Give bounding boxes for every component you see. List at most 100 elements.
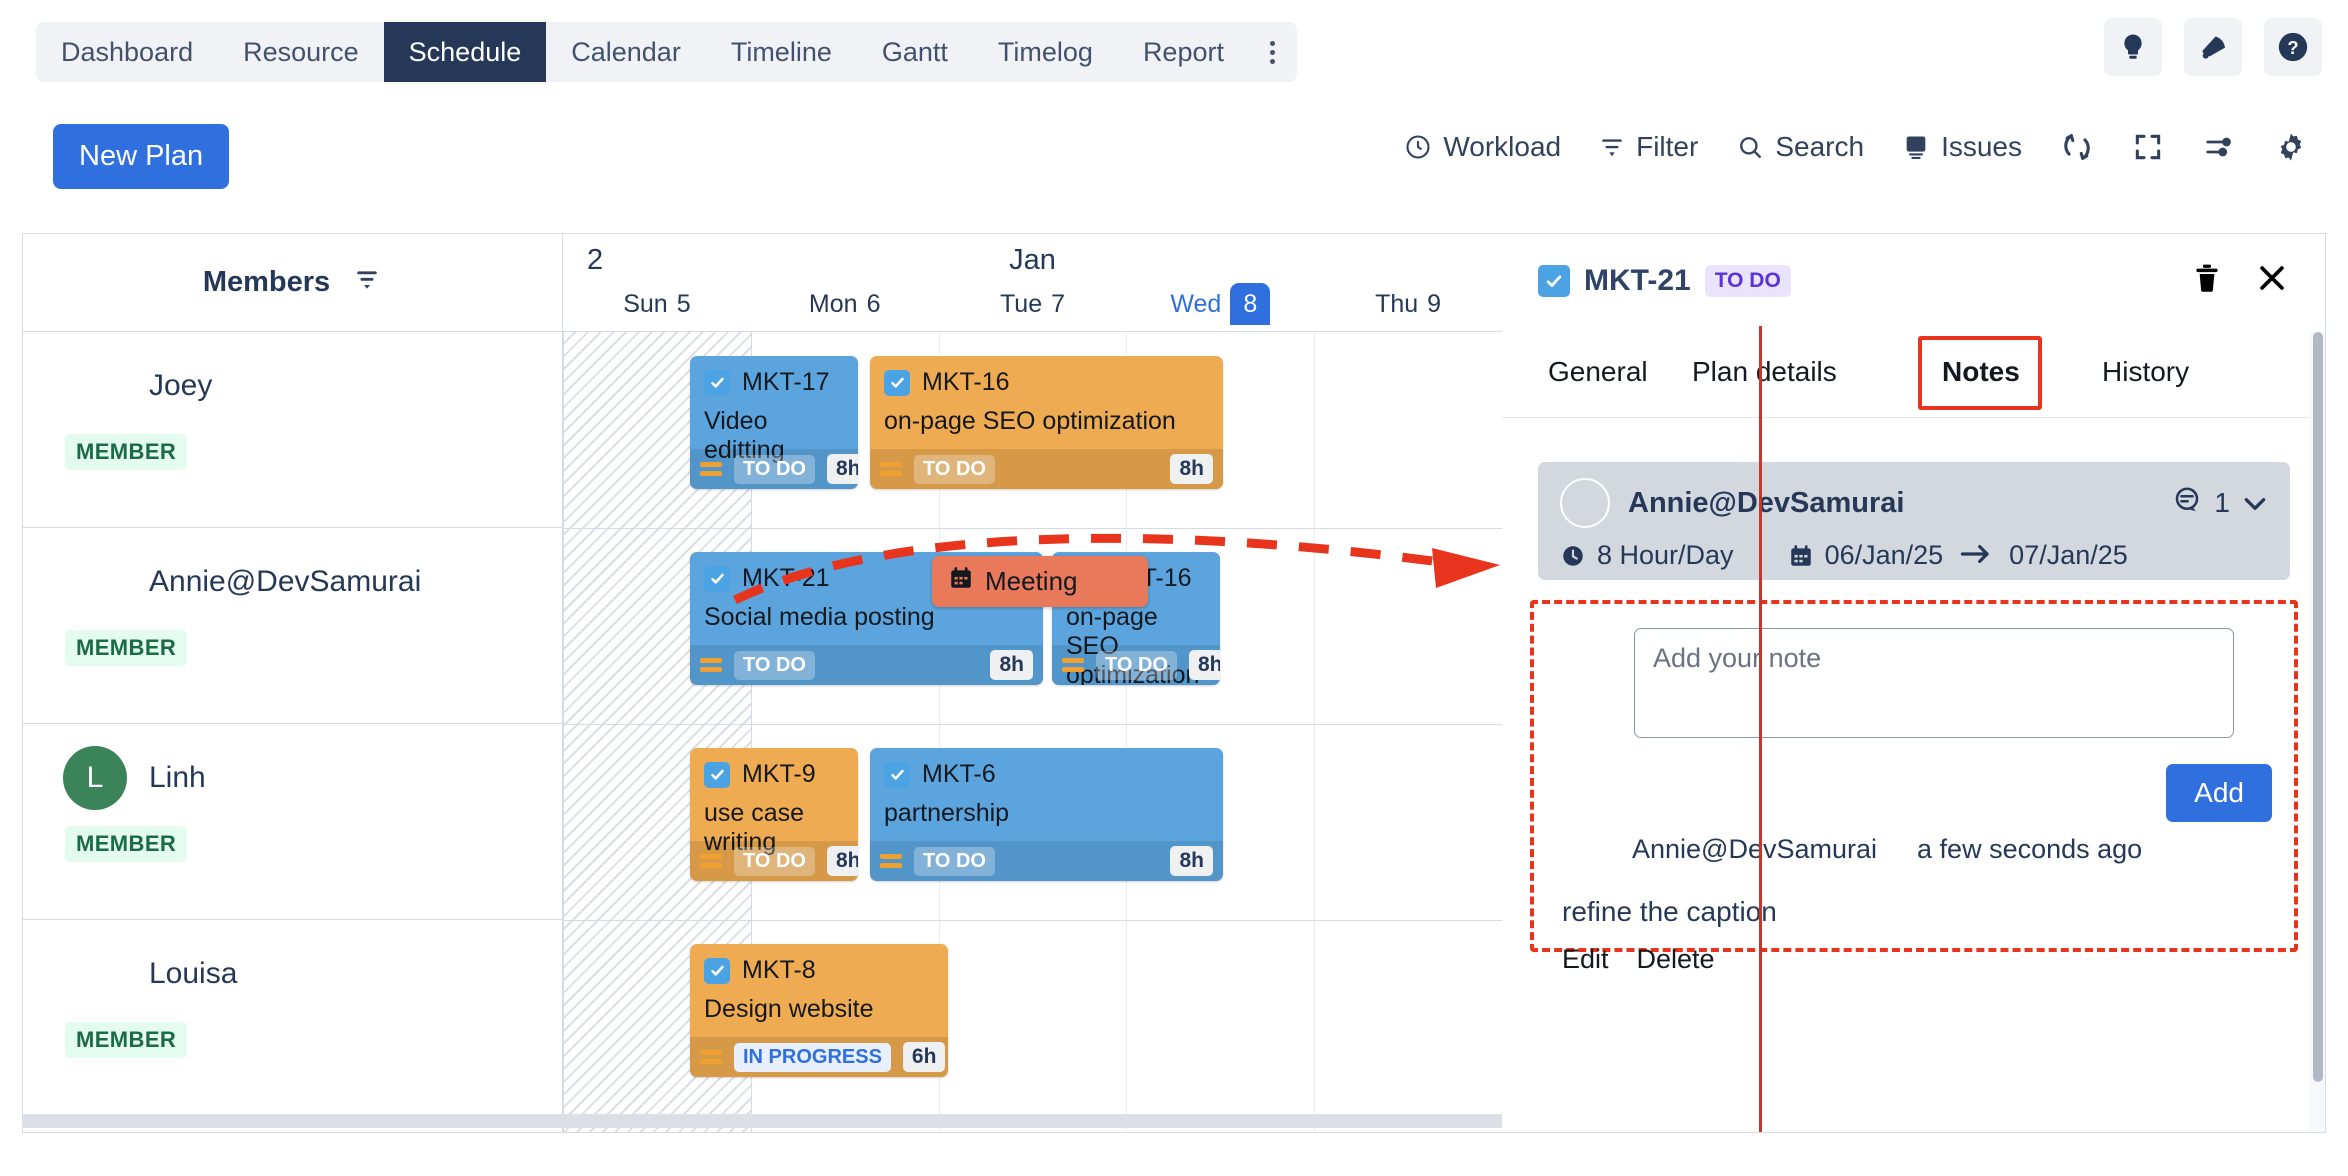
timeline-header: 2 Jan Sun 5 Mon 6 Tue 7 Wed 8 Thu 9 xyxy=(563,234,1502,332)
comment-count-toggle[interactable]: 1 xyxy=(2172,485,2268,522)
member-name: Linh xyxy=(149,761,206,794)
lightbulb-icon[interactable] xyxy=(2104,18,2162,76)
task-summary: on-page SEO optimization xyxy=(884,407,1176,435)
fullscreen-icon[interactable] xyxy=(2132,131,2164,163)
day-number: 5 xyxy=(676,289,691,318)
gear-icon[interactable] xyxy=(2274,130,2308,164)
member-row[interactable]: Louisa MEMBER xyxy=(23,920,562,1116)
task-bar[interactable]: MKT-6 partnership TO DO 8h xyxy=(870,748,1223,881)
task-key: MKT-8 xyxy=(742,956,816,984)
nav-tab-calendar[interactable]: Calendar xyxy=(546,22,706,82)
nav-more-icon[interactable] xyxy=(1249,22,1297,82)
priority-icon xyxy=(700,1050,722,1064)
comment-icon xyxy=(2172,485,2202,522)
comment-count: 1 xyxy=(2214,487,2230,518)
bell-icon[interactable] xyxy=(2184,18,2242,76)
day-header-wed[interactable]: Wed 8 xyxy=(1126,283,1314,325)
panel-tab-history[interactable]: History xyxy=(2092,350,2199,394)
nav-tab-timelog[interactable]: Timelog xyxy=(973,22,1118,82)
nav-tab-dashboard[interactable]: Dashboard xyxy=(36,22,218,82)
nav-tab-schedule[interactable]: Schedule xyxy=(383,22,547,82)
calendar-icon xyxy=(948,565,974,598)
task-status-badge: IN PROGRESS xyxy=(734,1042,891,1072)
task-key: MKT-9 xyxy=(742,760,816,788)
assignee-row: Annie@DevSamurai 1 xyxy=(1560,478,2268,528)
add-note-button[interactable]: Add xyxy=(2166,764,2272,822)
nav-tab-report[interactable]: Report xyxy=(1118,22,1249,82)
day-header-tue[interactable]: Tue 7 xyxy=(939,283,1127,325)
sliders-icon[interactable] xyxy=(2202,132,2236,162)
members-header-label: Members xyxy=(202,266,331,298)
panel-tab-notes[interactable]: Notes xyxy=(1932,350,2030,394)
task-bar[interactable]: MKT-17 Video editting TO DO 8h xyxy=(690,356,858,489)
task-checkbox-icon[interactable] xyxy=(884,761,910,788)
nav-tab-gantt[interactable]: Gantt xyxy=(857,22,973,82)
day-number-today: 8 xyxy=(1230,283,1271,325)
new-plan-button[interactable]: New Plan xyxy=(53,124,230,189)
task-bar[interactable]: MKT-8 Design website IN PROGRESS 6h xyxy=(690,944,948,1077)
panel-scrollbar[interactable] xyxy=(2309,332,2325,1132)
panel-issue-key[interactable]: MKT-21 xyxy=(1584,264,1691,298)
task-summary: Social media posting xyxy=(704,603,935,631)
day-header-thu[interactable]: Thu 9 xyxy=(1314,283,1502,325)
task-checkbox-icon[interactable] xyxy=(704,957,730,984)
issue-info-card: Annie@DevSamurai 1 8 Hour/Day 06/Jan/25 xyxy=(1538,462,2290,580)
task-hours: 8h xyxy=(1188,650,1220,680)
filter-button[interactable]: Filter xyxy=(1599,131,1698,163)
view-tools: Workload Filter Search Issues xyxy=(1404,130,2308,164)
day-weekday: Sun xyxy=(623,289,668,318)
task-checkbox-icon[interactable] xyxy=(884,369,910,396)
search-button[interactable]: Search xyxy=(1736,131,1864,163)
workload-label: Workload xyxy=(1443,131,1562,162)
note-delete-link[interactable]: Delete xyxy=(1637,944,1715,975)
priority-icon xyxy=(700,658,722,672)
day-weekday: Mon xyxy=(808,289,858,318)
member-role-badge: MEMBER xyxy=(65,1022,188,1058)
filter-icon[interactable] xyxy=(352,266,382,300)
refresh-icon[interactable] xyxy=(2060,130,2094,164)
panel-tab-general[interactable]: General xyxy=(1538,350,1658,394)
nav-tab-timeline[interactable]: Timeline xyxy=(706,22,857,82)
task-bar[interactable]: MKT-9 use case writing TO DO 8h xyxy=(690,748,858,881)
month-label: Jan xyxy=(1009,244,1056,276)
day-number: 9 xyxy=(1427,289,1442,318)
workload-button[interactable]: Workload xyxy=(1404,131,1561,163)
task-key: MKT-21 xyxy=(742,564,830,592)
day-weekday: Wed xyxy=(1170,289,1222,318)
panel-status-badge: TO DO xyxy=(1704,265,1791,297)
panel-tab-plan-details[interactable]: Plan details xyxy=(1682,350,1847,394)
day-header-mon[interactable]: Mon 6 xyxy=(751,283,939,325)
close-icon[interactable] xyxy=(2255,261,2289,300)
note-edit-link[interactable]: Edit xyxy=(1562,944,1609,975)
member-row[interactable]: Joey MEMBER xyxy=(23,332,562,528)
task-checkbox-icon[interactable] xyxy=(704,369,730,396)
note-input[interactable] xyxy=(1634,628,2234,738)
member-row[interactable]: L Linh MEMBER xyxy=(23,724,562,920)
avatar xyxy=(1560,824,1610,874)
task-status-badge: TO DO xyxy=(914,454,995,484)
search-label: Search xyxy=(1775,131,1865,162)
meeting-chip[interactable]: Meeting xyxy=(932,556,1148,607)
task-checkbox-icon[interactable] xyxy=(704,565,730,592)
task-key: MKT-17 xyxy=(742,368,830,396)
task-hours: 8h xyxy=(990,650,1033,680)
trash-icon[interactable] xyxy=(2191,260,2223,301)
task-checkbox-icon[interactable] xyxy=(1538,265,1570,297)
nav-tab-resource[interactable]: Resource xyxy=(218,22,384,82)
timeline-area: 2 Jan Sun 5 Mon 6 Tue 7 Wed 8 Thu 9 MKT-17 Video e… xyxy=(563,234,1763,1132)
date-range-segment: 06/Jan/25 07/Jan/25 xyxy=(1788,540,2128,571)
task-checkbox-icon[interactable] xyxy=(704,761,730,788)
help-icon[interactable]: ? xyxy=(2264,18,2322,76)
members-column: Members Joey MEMBER Annie@DevSamurai MEMBER… xyxy=(23,234,563,1132)
priority-icon xyxy=(700,462,722,476)
day-header-sun[interactable]: Sun 5 xyxy=(563,283,751,325)
start-date: 06/Jan/25 xyxy=(1824,540,1944,570)
member-row[interactable]: Annie@DevSamurai MEMBER xyxy=(23,528,562,724)
note-list-item: Annie@DevSamurai a few seconds ago refin… xyxy=(1560,824,2260,975)
issues-button[interactable]: Issues xyxy=(1902,131,2022,163)
issue-detail-panel: MKT-21 TO DO General Plan details Notes His… xyxy=(1502,233,2326,1133)
task-bar[interactable]: MKT-16 on-page SEO optimization TO DO 8h xyxy=(870,356,1223,489)
calendar-icon xyxy=(1790,544,1811,566)
effort-value: 8 Hour/Day xyxy=(1597,540,1734,570)
horizontal-scrollbar[interactable] xyxy=(22,1114,1502,1128)
